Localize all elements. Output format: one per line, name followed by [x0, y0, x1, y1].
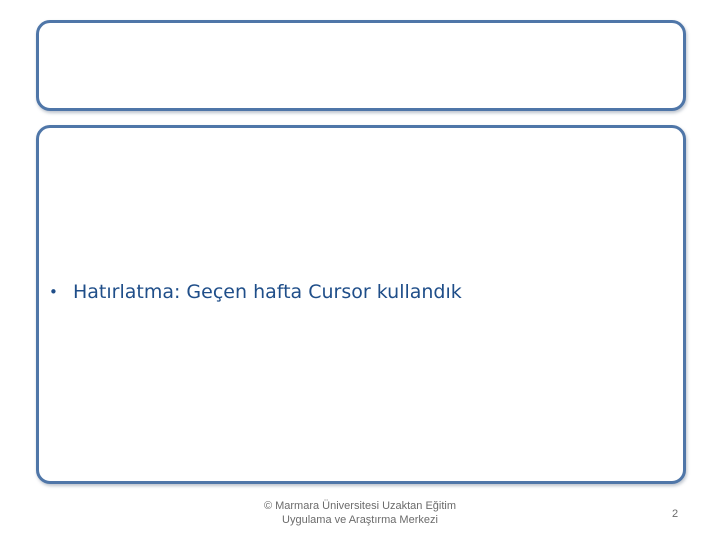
- content-panel: • Hatırlatma: Geçen hafta Cursor kulland…: [36, 125, 686, 484]
- title-placeholder-panel: [36, 20, 686, 111]
- page-number: 2: [671, 508, 679, 520]
- bullet-text: Hatırlatma: Geçen hafta Cursor kullandık: [73, 281, 462, 303]
- bullet-item: • Hatırlatma: Geçen hafta Cursor kulland…: [49, 281, 462, 303]
- footer-credit: © Marmara Üniversitesi Uzaktan Eğitim Uy…: [220, 499, 500, 527]
- footer-line-1: © Marmara Üniversitesi Uzaktan Eğitim: [263, 500, 457, 512]
- bullet-marker: •: [49, 283, 58, 301]
- footer-line-2: Uygulama ve Araştırma Merkezi: [282, 514, 438, 526]
